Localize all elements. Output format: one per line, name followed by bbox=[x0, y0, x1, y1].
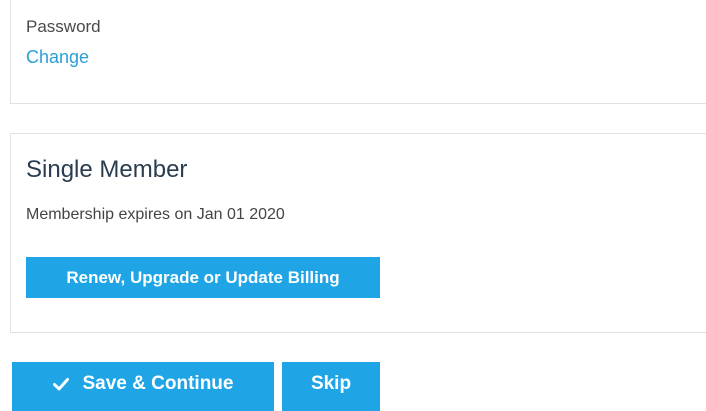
save-continue-label: Save & Continue bbox=[82, 373, 234, 394]
check-icon bbox=[52, 376, 69, 392]
skip-button[interactable]: Skip bbox=[282, 362, 380, 411]
membership-expiry-text: Membership expires on Jan 01 2020 bbox=[26, 206, 285, 223]
membership-title: Single Member bbox=[26, 156, 188, 183]
account-settings-page: Password Change Single Member Membership… bbox=[0, 0, 706, 411]
renew-upgrade-billing-button[interactable]: Renew, Upgrade or Update Billing bbox=[26, 257, 380, 298]
password-card: Password Change bbox=[10, 0, 706, 104]
save-continue-button[interactable]: Save & Continue bbox=[12, 362, 274, 411]
change-password-link[interactable]: Change bbox=[26, 47, 89, 68]
membership-card: Single Member Membership expires on Jan … bbox=[10, 133, 706, 333]
password-label: Password bbox=[26, 17, 101, 36]
